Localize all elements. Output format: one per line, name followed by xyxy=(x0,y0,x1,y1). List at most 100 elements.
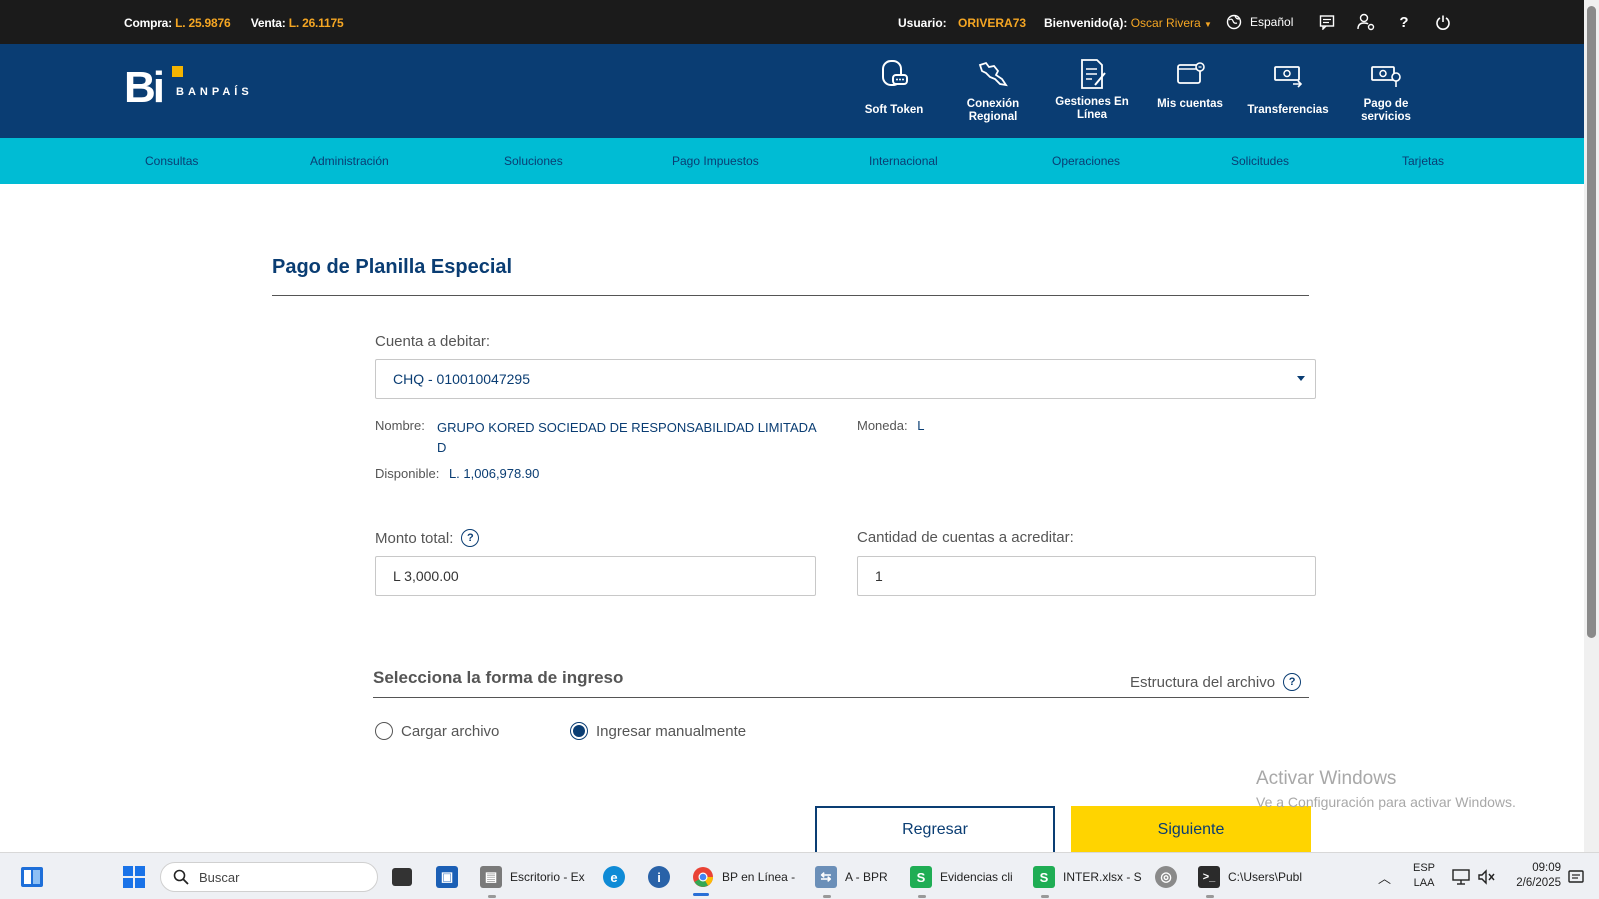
cantidad-input[interactable]: 1 xyxy=(857,556,1316,596)
edge-icon[interactable]: e xyxy=(603,863,625,891)
page-scrollbar[interactable] xyxy=(1584,0,1599,852)
menu-internacional[interactable]: Internacional xyxy=(869,154,938,168)
help-icon[interactable]: ? xyxy=(1395,13,1413,31)
menu-pago-impuestos[interactable]: Pago Impuestos xyxy=(672,154,759,168)
windows-taskbar: Buscar ▣ ▤ Escritorio - Ex e i BP en Lín… xyxy=(0,852,1599,899)
clock-time: 09:09 xyxy=(1532,862,1561,874)
compra-label: Compra: xyxy=(124,16,172,30)
widgets-icon[interactable] xyxy=(20,863,44,891)
exchange-rates: Compra: L. 25.9876 Venta: L. 26.1175 xyxy=(124,16,344,30)
nav-gestiones-label: Gestiones En Línea xyxy=(1055,96,1129,121)
menu-soluciones[interactable]: Soluciones xyxy=(504,154,563,168)
nav-conexion-regional[interactable]: Conexión Regional xyxy=(945,54,1041,124)
info-app-icon[interactable]: i xyxy=(648,863,670,891)
cantidad-label: Cantidad de cuentas a acreditar: xyxy=(857,529,1074,546)
taskbar-app-bpr[interactable]: ⇆ A - BPR xyxy=(815,863,888,891)
nav-mis-cuentas[interactable]: Mis cuentas xyxy=(1142,54,1238,111)
estructura-link[interactable]: Estructura del archivo ? xyxy=(1130,673,1302,691)
page-title: Pago de Planilla Especial xyxy=(272,256,513,278)
monto-help-icon[interactable]: ? xyxy=(461,529,480,547)
input-language[interactable]: ESP LAA xyxy=(1413,861,1435,891)
monto-label: Monto total: xyxy=(375,529,454,547)
spreadsheet-icon: S xyxy=(910,866,932,888)
venta-value: L. 26.1175 xyxy=(288,16,344,30)
nav-mis-cuentas-label: Mis cuentas xyxy=(1157,98,1223,110)
cuenta-label: Cuenta a debitar: xyxy=(375,333,491,350)
logo-brand: BANPAÍS xyxy=(176,86,253,98)
chevron-down-icon: ▼ xyxy=(1204,20,1212,29)
nombre-line-1: GRUPO KORED SOCIEDAD DE RESPONSABILIDAD … xyxy=(437,420,817,435)
estructura-help-icon: ? xyxy=(1283,673,1302,691)
nav-gestiones-en-linea[interactable]: Gestiones En Línea xyxy=(1044,54,1140,122)
menu-consultas[interactable]: Consultas xyxy=(145,154,198,168)
menu-operaciones[interactable]: Operaciones xyxy=(1052,154,1120,168)
taskbar-app-evidencias-label: Evidencias cli xyxy=(940,870,1013,884)
monto-input-value: L 3,000.00 xyxy=(393,568,459,584)
venta-label: Venta: xyxy=(250,16,286,30)
radio-cargar-circle xyxy=(375,722,393,740)
nombre-label: Nombre: xyxy=(375,418,425,433)
monto-input[interactable]: L 3,000.00 xyxy=(375,556,816,596)
task-view-icon[interactable] xyxy=(392,863,412,891)
radio-manual-label: Ingresar manualmente xyxy=(596,722,747,740)
moneda-label: Moneda: xyxy=(857,418,908,433)
taskbar-app-terminal[interactable]: >_ C:\Users\Publ xyxy=(1198,863,1302,891)
section-divider xyxy=(373,697,1309,698)
radio-cargar-archivo[interactable]: Cargar archivo xyxy=(375,722,499,740)
radio-manual-circle xyxy=(570,722,588,740)
regresar-button[interactable]: Regresar xyxy=(815,806,1055,854)
moneda-value: L xyxy=(917,418,925,433)
nav-pago-servicios-label: Pago de servicios xyxy=(1361,98,1411,123)
chat-icon[interactable] xyxy=(1318,13,1336,31)
siguiente-button[interactable]: Siguiente xyxy=(1071,806,1311,854)
notifications-icon[interactable] xyxy=(1568,863,1584,891)
taskbar-app-escritorio[interactable]: ▤ Escritorio - Ex xyxy=(480,863,585,891)
power-icon[interactable] xyxy=(1434,13,1452,31)
system-clock[interactable]: 09:09 2/6/2025 xyxy=(1505,861,1561,891)
user-info: Usuario: ORIVERA73 xyxy=(898,16,1026,30)
nav-transferencias[interactable]: Transferencias xyxy=(1240,54,1336,117)
lang-line-2: LAA xyxy=(1413,877,1435,889)
volume-muted-icon[interactable] xyxy=(1477,863,1495,891)
disponible-label: Disponible: xyxy=(375,466,440,481)
taskbar-app-inter[interactable]: S INTER.xlsx - S xyxy=(1033,863,1142,891)
taskbar-app-terminal-label: C:\Users\Publ xyxy=(1228,870,1303,884)
wallet-icon xyxy=(1177,62,1205,84)
banpais-logo[interactable]: Bi BANPAÍS xyxy=(124,66,253,110)
language-selector[interactable]: Español xyxy=(1226,14,1293,30)
radio-ingresar-manualmente[interactable]: Ingresar manualmente xyxy=(570,722,746,740)
nav-pago-servicios[interactable]: Pago de servicios xyxy=(1338,54,1434,124)
user-settings-icon[interactable] xyxy=(1357,13,1375,31)
taskbar-search[interactable]: Buscar xyxy=(160,862,378,892)
network-icon[interactable] xyxy=(1452,863,1470,891)
cantidad-input-value: 1 xyxy=(875,568,883,584)
nav-soft-token-label: Soft Token xyxy=(864,104,924,116)
taskbar-app-bpr-label: A - BPR xyxy=(845,870,888,884)
windows-activation-watermark: Activar Windows Ve a Configuración para … xyxy=(1256,768,1516,810)
search-placeholder: Buscar xyxy=(199,869,240,885)
taskbar-app-evidencias[interactable]: S Evidencias cli xyxy=(910,863,1013,891)
watermark-line-1: Activar Windows xyxy=(1256,768,1397,789)
globe-icon xyxy=(1226,14,1242,30)
logo-mark: Bi xyxy=(124,63,165,112)
monto-label-row: Monto total: ? xyxy=(375,529,480,547)
store-icon[interactable]: ▣ xyxy=(436,863,458,891)
menu-administracion[interactable]: Administración xyxy=(310,154,389,168)
usuario-label: Usuario: xyxy=(898,16,947,30)
globe-app-icon[interactable]: ◎ xyxy=(1155,863,1177,891)
taskbar-app-chrome[interactable]: BP en Línea - xyxy=(692,863,795,891)
language-label: Español xyxy=(1250,15,1294,29)
welcome-menu[interactable]: Bienvenido(a): Oscar Rivera ▼ xyxy=(1044,16,1212,30)
spreadsheet-icon: S xyxy=(1033,866,1055,888)
tray-chevron-up-icon[interactable]: ︿ xyxy=(1378,863,1391,891)
document-edit-icon xyxy=(1081,59,1106,89)
menu-solicitudes[interactable]: Solicitudes xyxy=(1231,154,1289,168)
cuenta-select[interactable]: CHQ - 010010047295 xyxy=(375,359,1316,399)
dropdown-caret-icon xyxy=(1297,376,1305,381)
menu-tarjetas[interactable]: Tarjetas xyxy=(1402,154,1444,168)
start-button-icon[interactable] xyxy=(122,863,146,891)
network-app-icon: ⇆ xyxy=(815,866,837,888)
scrollbar-thumb[interactable] xyxy=(1587,6,1596,638)
nav-soft-token[interactable]: Soft Token xyxy=(846,54,942,117)
welcome-label: Bienvenido(a): xyxy=(1044,16,1128,30)
